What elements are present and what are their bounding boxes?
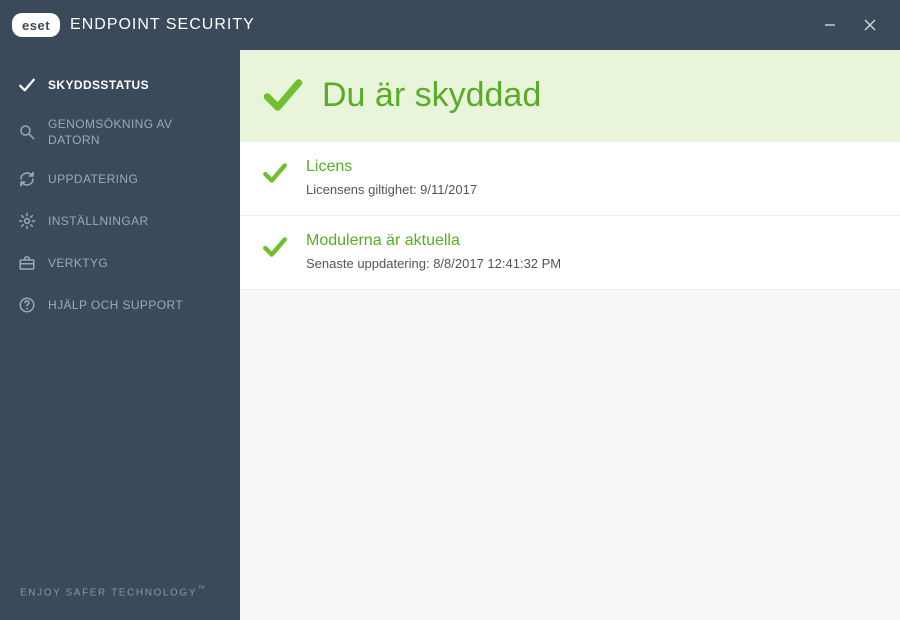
sidebar-item-label: HJÄLP OCH SUPPORT <box>48 297 183 313</box>
content-empty-area <box>240 290 900 620</box>
sidebar-item-label: GENOMSÖKNING AV DATORN <box>48 116 226 148</box>
check-icon <box>262 234 288 260</box>
close-icon <box>864 19 876 31</box>
titlebar: eset ENDPOINT SECURITY <box>0 0 900 50</box>
content: Du är skyddad Licens Licensens giltighet… <box>240 50 900 620</box>
minimize-button[interactable] <box>810 5 850 45</box>
sidebar-footer: ENJOY SAFER TECHNOLOGY™ <box>0 584 240 620</box>
sidebar-item-label: VERKTYG <box>48 255 108 271</box>
status-list: Licens Licensens giltighet: 9/11/2017 Mo… <box>240 142 900 290</box>
refresh-icon <box>18 170 36 188</box>
status-row-subtitle: Licensens giltighet: 9/11/2017 <box>306 182 880 197</box>
main: SKYDDSSTATUS GENOMSÖKNING AV DATORN UPPD… <box>0 50 900 620</box>
banner-title: Du är skyddad <box>322 76 541 115</box>
sidebar-item-tools[interactable]: VERKTYG <box>0 242 240 284</box>
footer-text: ENJOY SAFER TECHNOLOGY <box>20 587 197 598</box>
check-icon <box>262 74 304 116</box>
status-row-subtitle: Senaste uppdatering: 8/8/2017 12:41:32 P… <box>306 256 880 271</box>
search-icon <box>18 123 36 141</box>
sidebar: SKYDDSSTATUS GENOMSÖKNING AV DATORN UPPD… <box>0 50 240 620</box>
sidebar-item-settings[interactable]: INSTÄLLNINGAR <box>0 200 240 242</box>
check-icon <box>262 160 288 186</box>
sidebar-item-label: INSTÄLLNINGAR <box>48 213 149 229</box>
close-button[interactable] <box>850 5 890 45</box>
check-icon <box>18 76 36 94</box>
help-icon <box>18 296 36 314</box>
status-row-title: Licens <box>306 158 880 176</box>
brand-badge: eset <box>12 13 60 37</box>
status-row-modules[interactable]: Modulerna är aktuella Senaste uppdaterin… <box>240 216 900 290</box>
status-row-title: Modulerna är aktuella <box>306 232 880 250</box>
status-row-license[interactable]: Licens Licensens giltighet: 9/11/2017 <box>240 142 900 216</box>
status-banner: Du är skyddad <box>240 50 900 142</box>
sidebar-item-computer-scan[interactable]: GENOMSÖKNING AV DATORN <box>0 106 240 158</box>
gear-icon <box>18 212 36 230</box>
sidebar-item-label: SKYDDSSTATUS <box>48 77 149 93</box>
product-name: ENDPOINT SECURITY <box>70 16 255 34</box>
briefcase-icon <box>18 254 36 272</box>
trademark-symbol: ™ <box>197 584 205 593</box>
sidebar-item-protection-status[interactable]: SKYDDSSTATUS <box>0 64 240 106</box>
sidebar-item-help-support[interactable]: HJÄLP OCH SUPPORT <box>0 284 240 326</box>
minimize-icon <box>824 19 836 31</box>
nav: SKYDDSSTATUS GENOMSÖKNING AV DATORN UPPD… <box>0 50 240 326</box>
sidebar-item-label: UPPDATERING <box>48 171 138 187</box>
sidebar-item-update[interactable]: UPPDATERING <box>0 158 240 200</box>
